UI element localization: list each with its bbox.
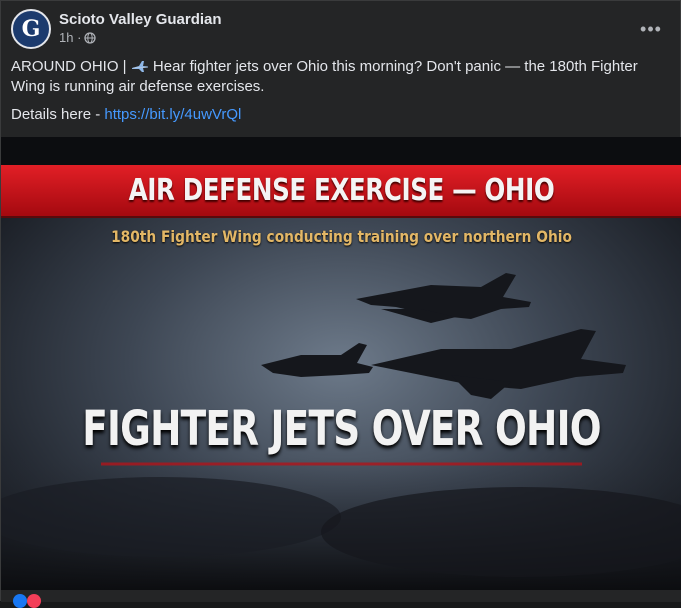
more-options-button[interactable]: ••• bbox=[637, 15, 665, 43]
details-link[interactable]: https://bit.ly/4uwVrQl bbox=[104, 106, 241, 123]
post-text-prefix: AROUND OHIO | bbox=[11, 58, 127, 75]
airplane-icon bbox=[131, 61, 148, 72]
like-reaction-icon[interactable] bbox=[13, 594, 27, 608]
page-name-link[interactable]: Scioto Valley Guardian bbox=[59, 11, 222, 28]
post-image[interactable]: AIR DEFENSE EXERCISE — OHIO 180th Fighte… bbox=[1, 137, 681, 590]
post-details: Details here - https://bit.ly/4uwVrQl bbox=[11, 105, 671, 125]
post-header: G Scioto Valley Guardian 1h · ••• bbox=[11, 9, 671, 49]
post-meta: 1h · bbox=[59, 30, 97, 45]
avatar[interactable]: G bbox=[11, 9, 51, 49]
avatar-letter: G bbox=[21, 16, 41, 42]
post-text: AROUND OHIO | Hear fighter jets over Ohi… bbox=[11, 57, 671, 97]
reactions-bar bbox=[1, 590, 681, 608]
post-time[interactable]: 1h · bbox=[59, 30, 81, 45]
details-prefix: Details here - bbox=[11, 106, 101, 123]
image-headline: FIGHTER JETS OVER OHIO bbox=[82, 401, 601, 457]
banner-title: AIR DEFENSE EXERCISE — OHIO bbox=[128, 173, 555, 208]
love-reaction-icon[interactable] bbox=[27, 594, 41, 608]
post-card: G Scioto Valley Guardian 1h · ••• AROUND… bbox=[0, 0, 681, 608]
post-body: AROUND OHIO | Hear fighter jets over Ohi… bbox=[11, 57, 671, 133]
globe-icon bbox=[84, 31, 97, 44]
banner-subtitle: 180th Fighter Wing conducting training o… bbox=[111, 227, 572, 246]
